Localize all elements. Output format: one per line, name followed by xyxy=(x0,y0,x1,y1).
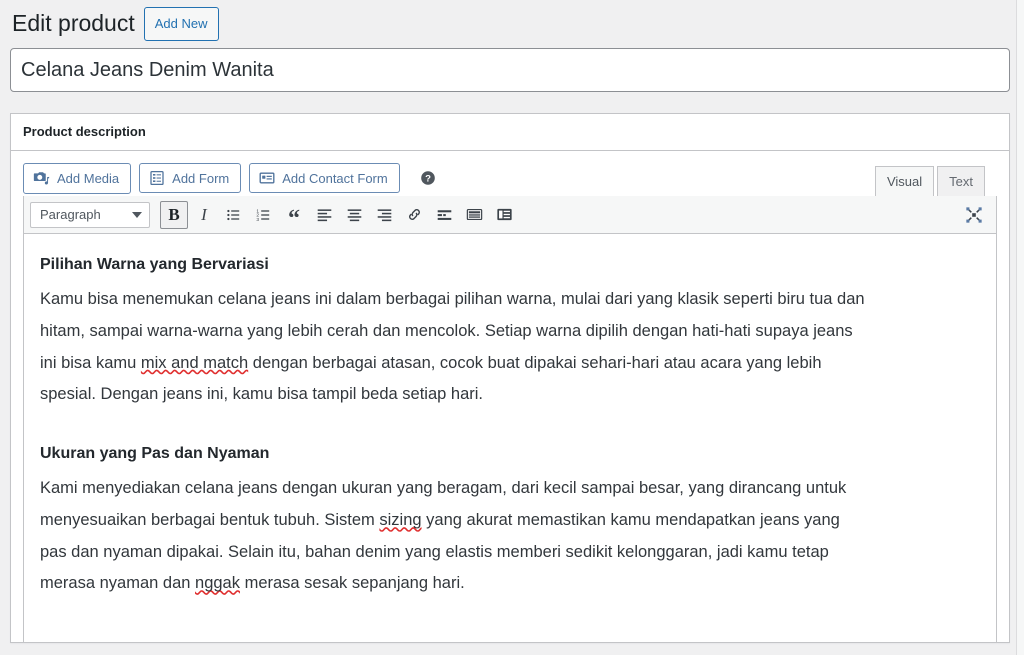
numbered-list-button[interactable]: 1 2 3 xyxy=(250,201,278,229)
product-description-metabox: Product description Add Media xyxy=(10,113,1010,643)
bold-button[interactable]: B xyxy=(160,201,188,229)
insert-link-button[interactable] xyxy=(400,201,428,229)
content-paragraph-2: Kami menyediakan celana jeans dengan uku… xyxy=(40,473,868,600)
align-left-button[interactable] xyxy=(310,201,338,229)
contact-form-icon xyxy=(259,170,275,186)
paragraph-2-misspelled-word-2: nggak xyxy=(195,574,240,592)
metabox-header: Product description xyxy=(11,114,1009,151)
bold-glyph: B xyxy=(168,205,179,225)
align-right-icon xyxy=(376,206,393,223)
admin-page: Edit product Add New Product description… xyxy=(0,0,1024,655)
add-media-label: Add Media xyxy=(57,172,119,185)
page-right-edge xyxy=(1016,0,1024,655)
metabox-title: Product description xyxy=(23,123,146,141)
svg-text:3: 3 xyxy=(256,216,259,222)
form-icon xyxy=(149,170,165,186)
bullet-list-button[interactable] xyxy=(220,201,248,229)
editor-wrapper: Add Media Add Form xyxy=(11,151,1009,643)
format-select-value: Paragraph xyxy=(40,207,101,222)
blockquote-glyph: “ xyxy=(288,212,300,226)
content-heading-1: Pilihan Warna yang Bervariasi xyxy=(40,254,982,276)
editor-content-area[interactable]: Pilihan Warna yang Bervariasi Kamu bisa … xyxy=(23,234,997,643)
align-center-icon xyxy=(346,206,363,223)
numbered-list-icon: 1 2 3 xyxy=(256,207,272,223)
editor-toolbar: Paragraph B I xyxy=(23,196,997,234)
add-form-button[interactable]: Add Form xyxy=(139,163,241,193)
distraction-free-button[interactable] xyxy=(960,201,988,229)
editor-mode-tabs: Visual Text xyxy=(875,166,985,197)
toolbar-toggle-button[interactable] xyxy=(490,201,518,229)
keyboard-icon xyxy=(466,206,483,223)
blockquote-button[interactable]: “ xyxy=(280,201,308,229)
content-heading-2: Ukuran yang Pas dan Nyaman xyxy=(40,443,982,465)
distraction-free-icon xyxy=(965,206,983,224)
help-icon[interactable]: ? xyxy=(420,170,436,186)
italic-glyph: I xyxy=(201,205,207,225)
content-paragraph-1: Kamu bisa menemukan celana jeans ini dal… xyxy=(40,284,868,411)
paragraph-2-text-c: merasa sesak sepanjang hari. xyxy=(240,574,465,592)
media-icon xyxy=(33,170,50,187)
keyboard-shortcuts-button[interactable] xyxy=(460,201,488,229)
add-new-button[interactable]: Add New xyxy=(144,7,219,41)
align-right-button[interactable] xyxy=(370,201,398,229)
svg-text:?: ? xyxy=(425,174,431,185)
tab-visual[interactable]: Visual xyxy=(875,166,934,197)
paragraph-2-misspelled-word-1: sizing xyxy=(379,511,421,529)
add-media-button[interactable]: Add Media xyxy=(23,163,131,194)
format-select[interactable]: Paragraph xyxy=(30,202,150,228)
bullet-list-icon xyxy=(226,207,242,223)
add-contact-form-label: Add Contact Form xyxy=(282,172,388,185)
page-title: Edit product xyxy=(12,9,135,39)
link-icon xyxy=(406,206,423,223)
chevron-down-icon xyxy=(132,212,142,218)
italic-button[interactable]: I xyxy=(190,201,218,229)
read-more-button[interactable] xyxy=(430,201,458,229)
tab-text[interactable]: Text xyxy=(937,166,985,197)
page-header: Edit product Add New xyxy=(10,0,1010,48)
align-left-icon xyxy=(316,206,333,223)
paragraph-1-misspelled-word: mix and match xyxy=(141,354,248,372)
read-more-icon xyxy=(436,206,453,223)
product-title-input[interactable] xyxy=(10,48,1010,92)
add-form-label: Add Form xyxy=(172,172,229,185)
toolbar-toggle-icon xyxy=(496,206,513,223)
align-center-button[interactable] xyxy=(340,201,368,229)
media-buttons-row: Add Media Add Form xyxy=(23,160,997,196)
add-contact-form-button[interactable]: Add Contact Form xyxy=(249,163,400,193)
